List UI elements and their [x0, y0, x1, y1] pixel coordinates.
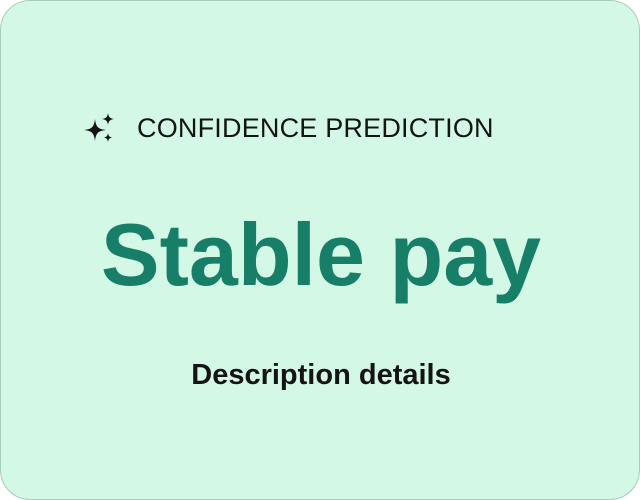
sparkle-icon: [84, 113, 114, 142]
card-header: CONFIDENCE PREDICTION: [81, 111, 494, 145]
confidence-prediction-card: CONFIDENCE PREDICTION Stable pay Descrip…: [0, 0, 640, 500]
description-text: Description details: [191, 359, 451, 391]
prediction-value: Stable pay: [100, 205, 542, 304]
card-header-label: CONFIDENCE PREDICTION: [137, 113, 494, 143]
